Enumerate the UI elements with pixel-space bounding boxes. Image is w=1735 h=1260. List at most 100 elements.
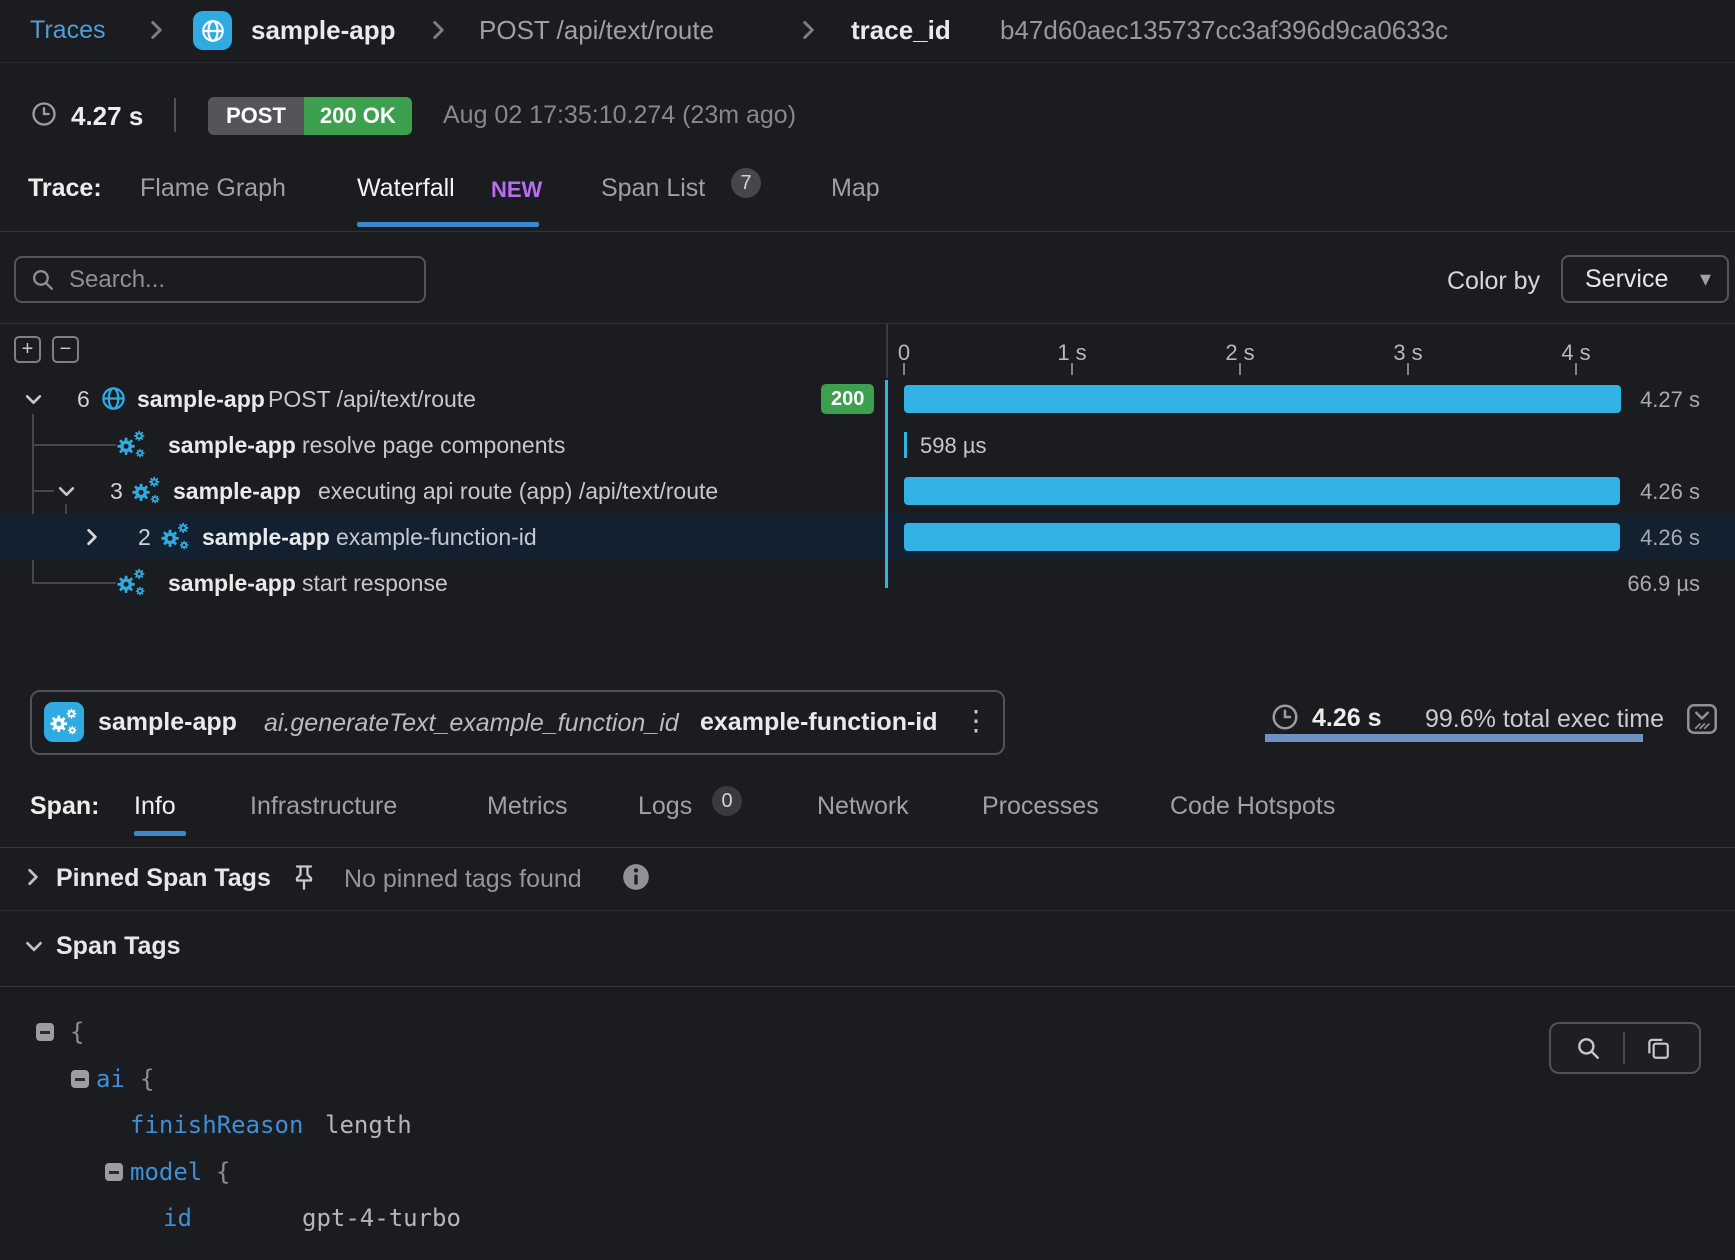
pin-icon xyxy=(292,863,316,891)
tab-info[interactable]: Info xyxy=(134,792,176,821)
active-tab-underline xyxy=(357,222,539,227)
span-service: sample-app xyxy=(137,386,265,413)
tab-flame-graph[interactable]: Flame Graph xyxy=(140,174,286,203)
gears-icon xyxy=(160,522,191,551)
chevron-down-icon[interactable] xyxy=(58,486,75,497)
span-duration: 4.26 s xyxy=(1312,704,1382,733)
status-code-badge: 200 xyxy=(821,384,874,414)
method-status-badge: POST200 OK xyxy=(208,97,412,135)
span-duration: 4.27 s xyxy=(1560,387,1700,413)
breadcrumb-trace-id-value: b47d60aec135737cc3af396d9ca0633c xyxy=(1000,15,1448,46)
json-key-id[interactable]: id xyxy=(163,1204,192,1232)
trace-start-line xyxy=(885,380,888,588)
span-row[interactable]: 3 sample-app executing api route (app) /… xyxy=(0,468,1735,514)
collapse-node-button[interactable] xyxy=(71,1070,89,1088)
method-badge: POST xyxy=(208,97,304,135)
span-duration: 598 µs xyxy=(920,433,987,459)
json-key-model[interactable]: model xyxy=(130,1158,202,1186)
chevron-down-icon[interactable] xyxy=(25,394,42,405)
json-value-finish-reason[interactable]: length xyxy=(325,1111,412,1139)
pinned-span-tags-row[interactable]: Pinned Span Tags No pinned tags found xyxy=(0,852,1735,908)
active-tab-underline xyxy=(134,831,186,836)
tab-metrics[interactable]: Metrics xyxy=(487,792,568,821)
tab-processes[interactable]: Processes xyxy=(982,792,1099,821)
collapse-node-button[interactable] xyxy=(36,1023,54,1041)
gears-icon xyxy=(131,476,162,505)
collapse-panel-icon[interactable] xyxy=(1686,703,1718,735)
json-key-ai[interactable]: ai xyxy=(96,1065,125,1093)
span-row[interactable]: sample-app start response 66.9 µs xyxy=(0,560,1735,606)
span-bar[interactable] xyxy=(904,523,1620,551)
axis-tick xyxy=(1239,363,1241,375)
span-service: sample-app xyxy=(168,570,296,597)
color-by-label: Color by xyxy=(1447,267,1540,296)
span-operation: ai.generateText_example_function_id xyxy=(264,709,679,738)
tab-network[interactable]: Network xyxy=(817,792,909,821)
gears-icon xyxy=(116,430,147,459)
child-count: 2 xyxy=(138,524,151,551)
divider xyxy=(0,231,1735,232)
span-name: executing api route (app) /api/text/rout… xyxy=(318,478,718,505)
span-name: example-function-id xyxy=(336,524,537,551)
span-detail-card: sample-app ai.generateText_example_funct… xyxy=(30,690,1005,755)
chevron-right-icon[interactable] xyxy=(86,528,98,546)
kebab-menu-icon[interactable]: ⋮ xyxy=(962,704,990,737)
span-row[interactable]: 6 sample-app POST /api/text/route 200 4.… xyxy=(0,376,1735,422)
search-icon xyxy=(30,267,55,292)
tab-waterfall[interactable]: Waterfall xyxy=(357,174,455,203)
divider xyxy=(0,62,1735,63)
exec-time-bar xyxy=(1265,734,1643,742)
child-count: 3 xyxy=(110,478,123,505)
trace-duration: 4.27 s xyxy=(71,101,143,132)
span-duration: 66.9 µs xyxy=(1560,571,1700,597)
span-row-selected[interactable]: 2 sample-app example-function-id 4.26 s xyxy=(0,514,1735,560)
span-resource: example-function-id xyxy=(700,708,938,737)
expand-all-button[interactable]: + xyxy=(14,336,41,363)
divider xyxy=(174,98,176,132)
info-icon[interactable] xyxy=(622,863,650,891)
collapse-all-button[interactable]: − xyxy=(52,336,79,363)
trace-tabs-label: Trace: xyxy=(28,174,102,203)
span-service: sample-app xyxy=(202,524,330,551)
chevron-down-icon[interactable] xyxy=(25,941,43,952)
chevron-right-icon xyxy=(802,20,815,40)
trace-page: Traces sample-app POST /api/text/route t… xyxy=(0,0,1735,1260)
trace-timestamp: Aug 02 17:35:10.274 (23m ago) xyxy=(443,101,796,130)
tab-code-hotspots[interactable]: Code Hotspots xyxy=(1170,792,1335,821)
span-duration: 4.26 s xyxy=(1560,479,1700,505)
span-tags-header[interactable]: Span Tags xyxy=(0,915,1735,985)
json-value-id[interactable]: gpt-4-turbo xyxy=(302,1204,461,1232)
span-bar[interactable] xyxy=(904,432,907,458)
collapse-node-button[interactable] xyxy=(105,1163,123,1181)
color-by-select[interactable]: Service ▾ xyxy=(1561,255,1729,303)
span-bar[interactable] xyxy=(904,477,1620,505)
span-name: POST /api/text/route xyxy=(268,386,476,413)
search-input[interactable] xyxy=(67,265,410,295)
breadcrumb-resource[interactable]: POST /api/text/route xyxy=(479,15,714,46)
chevron-right-icon[interactable] xyxy=(27,868,39,886)
waterfall-search[interactable] xyxy=(14,256,426,303)
tab-logs[interactable]: Logs xyxy=(638,792,692,821)
span-row[interactable]: sample-app resolve page components 598 µ… xyxy=(0,422,1735,468)
tab-span-list[interactable]: Span List xyxy=(601,174,705,203)
span-tabs-label: Span: xyxy=(30,792,99,821)
tab-infrastructure[interactable]: Infrastructure xyxy=(250,792,397,821)
caret-down-icon: ▾ xyxy=(1700,266,1711,292)
breadcrumb-service[interactable]: sample-app xyxy=(251,15,396,46)
divider xyxy=(1623,1032,1625,1064)
search-icon[interactable] xyxy=(1575,1035,1601,1061)
service-chip xyxy=(193,11,232,50)
breadcrumb-traces-link[interactable]: Traces xyxy=(30,16,105,45)
span-bar[interactable] xyxy=(904,385,1621,413)
copy-icon[interactable] xyxy=(1645,1035,1671,1061)
json-brace: { xyxy=(70,1018,84,1046)
span-tags-title: Span Tags xyxy=(56,932,181,961)
span-service: sample-app xyxy=(168,432,296,459)
divider xyxy=(0,323,1735,324)
child-count: 6 xyxy=(77,386,90,413)
divider xyxy=(0,986,1735,987)
span-service: sample-app xyxy=(98,708,237,737)
tab-map[interactable]: Map xyxy=(831,174,880,203)
json-key-finish-reason[interactable]: finishReason xyxy=(130,1111,303,1139)
globe-icon xyxy=(200,18,226,44)
